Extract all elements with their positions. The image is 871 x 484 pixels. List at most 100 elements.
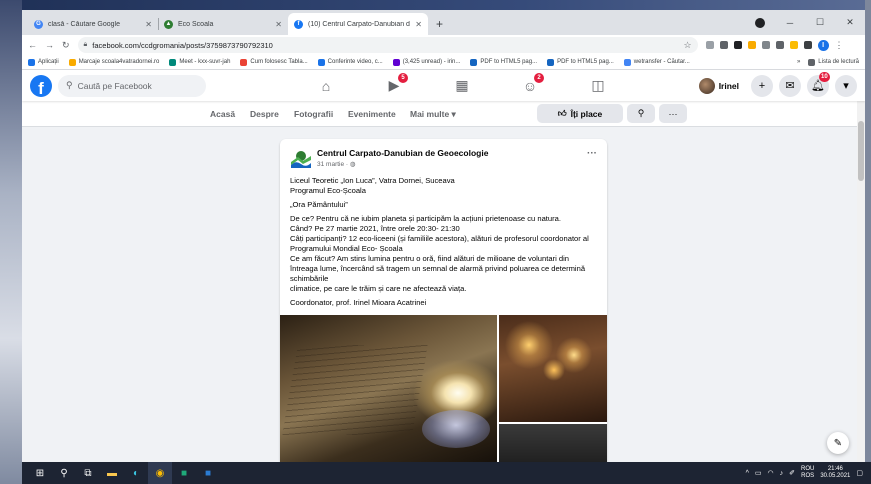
url-text[interactable]: facebook.com/ccdgromania/posts/375987379… (92, 41, 273, 50)
bookmark-item[interactable]: Conferinte video, c... (317, 58, 383, 66)
browser-tab-facebook[interactable]: f (10) Centrul Carpato-Danubian d ✕ (288, 13, 428, 35)
post-options-icon[interactable]: ··· (587, 148, 597, 159)
address-bar[interactable]: 🔒︎ facebook.com/ccdgromania/posts/375987… (77, 37, 698, 53)
notifications-button[interactable]: 🔔︎ 10 (807, 71, 830, 97)
windows-start-icon[interactable]: ⊞ (28, 462, 52, 484)
page-search-button[interactable]: ⚲ (627, 104, 655, 123)
new-message-button[interactable]: ✎ (827, 432, 849, 454)
bookmark-label: Cum folosesc Tabla... (250, 59, 308, 65)
messenger-icon: ✉ (785, 80, 795, 92)
facebook-logo-icon[interactable]: f (30, 74, 52, 97)
post-body: Liceul Teoretic „Ion Luca”, Vatra Dornei… (280, 170, 607, 308)
bookmark-label: PDF to HTML5 pag... (480, 59, 538, 65)
post-photo-dark[interactable] (499, 424, 607, 462)
profile-avatar[interactable]: I (817, 39, 829, 51)
close-tab-icon[interactable]: ✕ (415, 20, 422, 29)
window-controls: ─ ☐ ✕ (755, 10, 865, 35)
wifi-icon[interactable]: ◠ (768, 469, 774, 477)
new-tab-button[interactable]: + (428, 17, 451, 35)
facebook-search-input[interactable]: ⚲ Caută pe Facebook (58, 74, 206, 97)
post-author[interactable]: Centrul Carpato-Danubian de Geoecologie (317, 148, 488, 158)
search-icon[interactable]: ⚲ (52, 462, 76, 484)
forward-arrow-icon[interactable]: → (45, 40, 54, 50)
file-explorer-icon[interactable]: ▬ (100, 462, 124, 484)
extension-icon[interactable] (789, 41, 798, 49)
close-window-icon[interactable]: ✕ (835, 17, 865, 28)
bookmark-item[interactable]: wetransfer - Căutar... (623, 58, 690, 66)
word-icon[interactable]: ■ (196, 462, 220, 484)
battery-icon[interactable]: ▭ (755, 469, 762, 477)
tab-evenimente[interactable]: Evenimente (348, 109, 396, 119)
close-tab-icon[interactable]: ✕ (145, 20, 152, 29)
extension-icon[interactable] (705, 41, 714, 49)
create-button[interactable]: + (751, 74, 773, 97)
extension-icon[interactable] (775, 41, 784, 49)
lock-icon[interactable]: 🔒︎ (84, 41, 88, 49)
bookmarks-overflow-button[interactable]: » (797, 59, 800, 65)
extension-icon[interactable] (733, 41, 742, 49)
browser-tab-google[interactable]: G clasă - Căutare Google ✕ (28, 13, 158, 35)
publisher-icon[interactable]: ■ (172, 462, 196, 484)
chrome-menu-icon[interactable]: ⋮ (835, 40, 844, 51)
nav-gaming[interactable]: ◫ (564, 70, 632, 101)
tab-despre[interactable]: Despre (250, 109, 279, 119)
like-page-button[interactable]: 👍︎ Îți place (537, 104, 623, 123)
page-tab-bar: Acasă Despre Fotografii Evenimente Mai m… (22, 101, 865, 127)
plus-icon: + (758, 79, 766, 92)
chrome-icon[interactable]: ◉ (148, 462, 172, 484)
post-photo-candles[interactable] (499, 315, 607, 422)
extension-icon[interactable] (719, 41, 728, 49)
bookmark-item[interactable]: Cum folosesc Tabla... (240, 58, 308, 66)
bookmark-item[interactable]: Meet - kxx-suvr-jah (169, 58, 231, 66)
extension-icon[interactable] (761, 41, 770, 49)
reading-list-icon (808, 58, 816, 66)
bookmark-item[interactable]: PDF to HTML5 pag... (547, 58, 614, 66)
pen-icon[interactable]: ✐ (789, 469, 795, 477)
nav-home[interactable]: ⌂ (292, 70, 360, 101)
reload-icon[interactable]: ↻ (62, 40, 70, 51)
volume-icon[interactable]: ♪ (780, 470, 784, 477)
profile-shortcut[interactable]: Irinel (696, 75, 745, 97)
back-arrow-icon[interactable]: ← (28, 40, 37, 50)
post-date[interactable]: 31 martie · ◍ (317, 160, 488, 168)
nav-watch[interactable]: ▶ 5 (360, 70, 428, 101)
browser-tab-eco-scoala[interactable]: ▲ Eco Scoala ✕ (158, 13, 288, 35)
reading-list-button[interactable]: Lista de lectură (808, 58, 859, 66)
nav-marketplace[interactable]: ▦ (428, 70, 496, 101)
bookmark-item[interactable]: Marcaje scoala4vatradornei.ro (68, 58, 159, 66)
close-tab-icon[interactable]: ✕ (275, 20, 282, 29)
extensions-puzzle-icon[interactable] (803, 41, 812, 49)
bookmark-item[interactable]: (3,425 unread) - irin... (392, 58, 460, 66)
bookmark-apps[interactable]: Aplicații (28, 58, 59, 66)
gaming-icon: ◫ (591, 77, 605, 93)
bookmark-label: Meet - kxx-suvr-jah (179, 59, 231, 65)
google-icon: G (34, 19, 43, 29)
maximize-icon[interactable]: ☐ (805, 17, 835, 28)
notification-center-icon[interactable]: ▢ (856, 469, 863, 477)
system-tray: ^ ▭ ◠ ♪ ✐ ROU ROS 21:46 30.05.2021 ▢ (746, 466, 871, 480)
show-hidden-icons[interactable]: ^ (746, 470, 749, 477)
nav-groups[interactable]: ☺ 2 (496, 70, 564, 101)
clock[interactable]: 21:46 30.05.2021 (820, 466, 850, 480)
tab-mai-multe[interactable]: Mai multe ▾ (410, 109, 456, 120)
input-language[interactable]: ROU ROS (801, 466, 814, 479)
search-icon: ⚲ (637, 108, 645, 118)
page-scrollbar[interactable] (857, 101, 865, 462)
account-menu-button[interactable]: ▾ (835, 74, 857, 97)
post-photo-candle-book[interactable] (280, 315, 497, 462)
clock-time: 21:46 (827, 465, 843, 472)
scrollbar-thumb[interactable] (858, 121, 864, 181)
tab-acasa[interactable]: Acasă (210, 109, 235, 119)
minimize-icon[interactable]: ─ (775, 18, 805, 28)
extension-icon[interactable] (747, 41, 756, 49)
task-view-icon[interactable]: ⧉ (76, 462, 100, 484)
page-more-button[interactable]: ··· (659, 104, 687, 123)
navigation-bar: ← → ↻ 🔒︎ facebook.com/ccdgromania/posts/… (22, 35, 865, 55)
bookmark-item[interactable]: PDF to HTML5 pag... (470, 58, 538, 66)
edge-icon[interactable]: ◐ (124, 462, 148, 484)
bookmark-star-icon[interactable]: ☆ (683, 40, 691, 51)
chrome-profile-icon[interactable] (755, 17, 765, 28)
page-logo-icon[interactable] (290, 148, 312, 170)
messenger-button[interactable]: ✉ (779, 74, 801, 97)
tab-fotografii[interactable]: Fotografii (294, 109, 333, 119)
